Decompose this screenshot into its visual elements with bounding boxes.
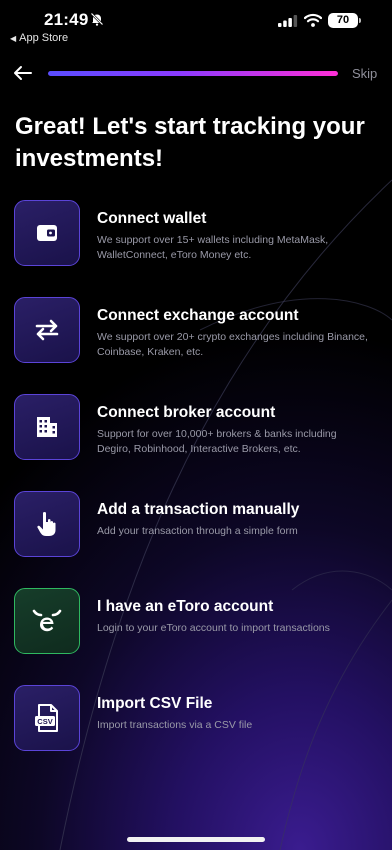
option-title: Connect wallet bbox=[97, 210, 207, 227]
onboarding-nav: Skip bbox=[0, 60, 392, 88]
option-description: We support over 15+ wallets including Me… bbox=[97, 234, 329, 261]
option-icon-box: CSV bbox=[14, 685, 80, 751]
wallet-icon bbox=[37, 225, 57, 241]
option-description: Login to your eToro account to import tr… bbox=[97, 622, 330, 634]
back-arrow-icon[interactable] bbox=[12, 62, 34, 84]
exchange-arrows-icon bbox=[35, 319, 59, 341]
status-time: 21:49 bbox=[44, 10, 89, 29]
etoro-account-option[interactable]: I have an eToro account Login to your eT… bbox=[14, 588, 384, 656]
option-title: Import CSV File bbox=[97, 695, 213, 712]
connect-exchange-option[interactable]: Connect exchange account We support over… bbox=[14, 297, 384, 365]
option-icon-box bbox=[14, 297, 80, 363]
option-title: Add a transaction manually bbox=[97, 501, 300, 518]
bell-slash-icon bbox=[90, 12, 104, 26]
option-description: We support over 20+ crypto exchanges inc… bbox=[97, 331, 368, 358]
battery-cap bbox=[359, 18, 361, 23]
etoro-logo-icon bbox=[32, 609, 62, 632]
back-app-label: App Store bbox=[19, 32, 69, 44]
back-to-app-store-link[interactable]: ◀ App Store bbox=[10, 32, 68, 44]
connect-broker-option[interactable]: Connect broker account Support for over … bbox=[14, 394, 384, 462]
home-indicator bbox=[127, 837, 265, 842]
add-transaction-manually-option[interactable]: Add a transaction manually Add your tran… bbox=[14, 491, 384, 559]
option-description: Add your transaction through a simple fo… bbox=[97, 525, 298, 537]
progress-bar bbox=[48, 71, 338, 76]
option-icon-box bbox=[14, 200, 80, 266]
connect-wallet-option[interactable]: Connect wallet We support over 15+ walle… bbox=[14, 200, 384, 268]
back-triangle-icon: ◀ bbox=[10, 33, 17, 43]
battery-icon: 70 bbox=[328, 13, 358, 28]
option-title: Connect broker account bbox=[97, 404, 276, 421]
hand-pointer-icon bbox=[37, 511, 56, 536]
status-bar: 21:49 ◀ App Store 70 bbox=[0, 0, 392, 48]
csv-icon-label: CSV bbox=[37, 717, 52, 726]
option-icon-box bbox=[14, 588, 80, 654]
option-description: Import transactions via a CSV file bbox=[97, 719, 253, 731]
import-csv-option[interactable]: CSV Import CSV File Import transactions … bbox=[14, 685, 384, 753]
option-icon-box bbox=[14, 394, 80, 460]
option-icon-box bbox=[14, 491, 80, 557]
skip-button[interactable]: Skip bbox=[352, 66, 377, 81]
progress-fill bbox=[48, 71, 338, 76]
csv-file-icon: CSV bbox=[35, 704, 58, 732]
building-icon bbox=[37, 417, 57, 437]
signal-icon bbox=[278, 15, 298, 27]
option-description: Support for over 10,000+ brokers & banks… bbox=[97, 428, 337, 455]
wifi-icon bbox=[304, 13, 322, 27]
page-title: Great! Let's start tracking your investm… bbox=[15, 113, 365, 172]
option-title: I have an eToro account bbox=[97, 598, 274, 615]
option-title: Connect exchange account bbox=[97, 307, 299, 324]
